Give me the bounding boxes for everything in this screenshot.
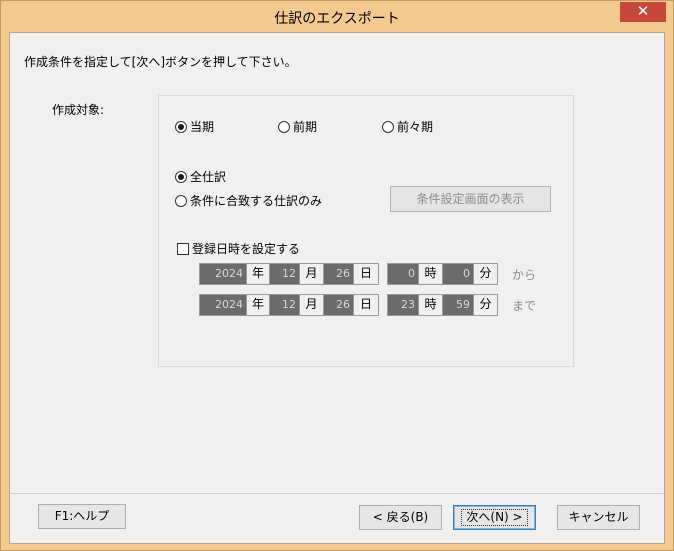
radio-label: 前々期 bbox=[397, 120, 434, 134]
time-from-group: 0 時 0 分 bbox=[387, 263, 498, 285]
month-unit: 月 bbox=[299, 264, 324, 284]
title-bar[interactable]: 仕訳のエクスポート ✕ bbox=[1, 1, 673, 33]
footer-separator bbox=[10, 493, 664, 494]
checkbox-label: 登録日時を設定する bbox=[192, 242, 301, 256]
radio-matching-journals[interactable]: 条件に合致する仕訳のみ bbox=[175, 192, 322, 209]
datetime-to-row: 2024 年 12 月 26 日 23 時 59 分 まで bbox=[199, 294, 537, 316]
options-panel: 当期 前期 前々期 全仕訳 条件に合致する仕訳のみ 条件設定画面の表示 登録日時… bbox=[158, 95, 574, 367]
back-button[interactable]: < 戻る(B) bbox=[359, 505, 442, 530]
from-suffix: から bbox=[512, 267, 537, 282]
from-year-field[interactable]: 2024 bbox=[200, 264, 246, 284]
year-unit: 年 bbox=[246, 295, 270, 315]
dialog-client-area: 作成条件を指定して[次へ]ボタンを押して下さい。 作成対象: 当期 前期 前々期… bbox=[9, 32, 665, 544]
next-button-label: 次へ(N) > bbox=[461, 509, 528, 526]
month-unit: 月 bbox=[299, 295, 324, 315]
to-minute-field[interactable]: 59 bbox=[443, 295, 473, 315]
date-to-group: 2024 年 12 月 26 日 bbox=[199, 294, 379, 316]
radio-current-period[interactable]: 当期 bbox=[175, 118, 214, 135]
radio-button[interactable] bbox=[382, 120, 394, 133]
to-year-field[interactable]: 2024 bbox=[200, 295, 246, 315]
datetime-checkbox-row[interactable]: 登録日時を設定する bbox=[177, 240, 300, 257]
from-month-field[interactable]: 12 bbox=[270, 264, 299, 284]
help-button[interactable]: F1:ヘルプ bbox=[38, 504, 126, 529]
datetime-from-row: 2024 年 12 月 26 日 0 時 0 分 から bbox=[199, 263, 537, 285]
next-button[interactable]: 次へ(N) > bbox=[453, 505, 536, 530]
hour-unit: 時 bbox=[418, 295, 443, 315]
radio-button[interactable] bbox=[175, 120, 187, 133]
from-day-field[interactable]: 26 bbox=[324, 264, 353, 284]
radio-two-periods-ago[interactable]: 前々期 bbox=[382, 118, 433, 135]
target-label: 作成対象: bbox=[52, 103, 105, 117]
export-journal-window: 仕訳のエクスポート ✕ 作成条件を指定して[次へ]ボタンを押して下さい。 作成対… bbox=[0, 0, 674, 551]
window-title: 仕訳のエクスポート bbox=[274, 11, 400, 27]
close-button[interactable]: ✕ bbox=[620, 2, 666, 22]
date-from-group: 2024 年 12 月 26 日 bbox=[199, 263, 379, 285]
radio-label: 全仕訳 bbox=[190, 170, 227, 184]
radio-all-journals[interactable]: 全仕訳 bbox=[175, 168, 226, 185]
cancel-button[interactable]: キャンセル bbox=[557, 505, 640, 530]
day-unit: 日 bbox=[353, 295, 378, 315]
close-icon: ✕ bbox=[636, 2, 650, 20]
radio-label: 当期 bbox=[190, 120, 215, 134]
time-to-group: 23 時 59 分 bbox=[387, 294, 498, 316]
condition-settings-button[interactable]: 条件設定画面の表示 bbox=[390, 186, 551, 212]
instruction-text: 作成条件を指定して[次へ]ボタンを押して下さい。 bbox=[24, 55, 297, 69]
radio-button[interactable] bbox=[175, 194, 187, 207]
year-unit: 年 bbox=[246, 264, 270, 284]
datetime-checkbox[interactable] bbox=[177, 242, 189, 255]
from-minute-field[interactable]: 0 bbox=[443, 264, 473, 284]
radio-previous-period[interactable]: 前期 bbox=[278, 118, 317, 135]
radio-button[interactable] bbox=[278, 120, 290, 133]
minute-unit: 分 bbox=[473, 264, 497, 284]
to-month-field[interactable]: 12 bbox=[270, 295, 299, 315]
hour-unit: 時 bbox=[418, 264, 443, 284]
radio-label: 条件に合致する仕訳のみ bbox=[190, 194, 323, 208]
day-unit: 日 bbox=[353, 264, 378, 284]
radio-button[interactable] bbox=[175, 170, 187, 183]
from-hour-field[interactable]: 0 bbox=[388, 264, 418, 284]
to-hour-field[interactable]: 23 bbox=[388, 295, 418, 315]
to-day-field[interactable]: 26 bbox=[324, 295, 353, 315]
radio-label: 前期 bbox=[293, 120, 318, 134]
minute-unit: 分 bbox=[473, 295, 497, 315]
to-suffix: まで bbox=[512, 298, 537, 313]
